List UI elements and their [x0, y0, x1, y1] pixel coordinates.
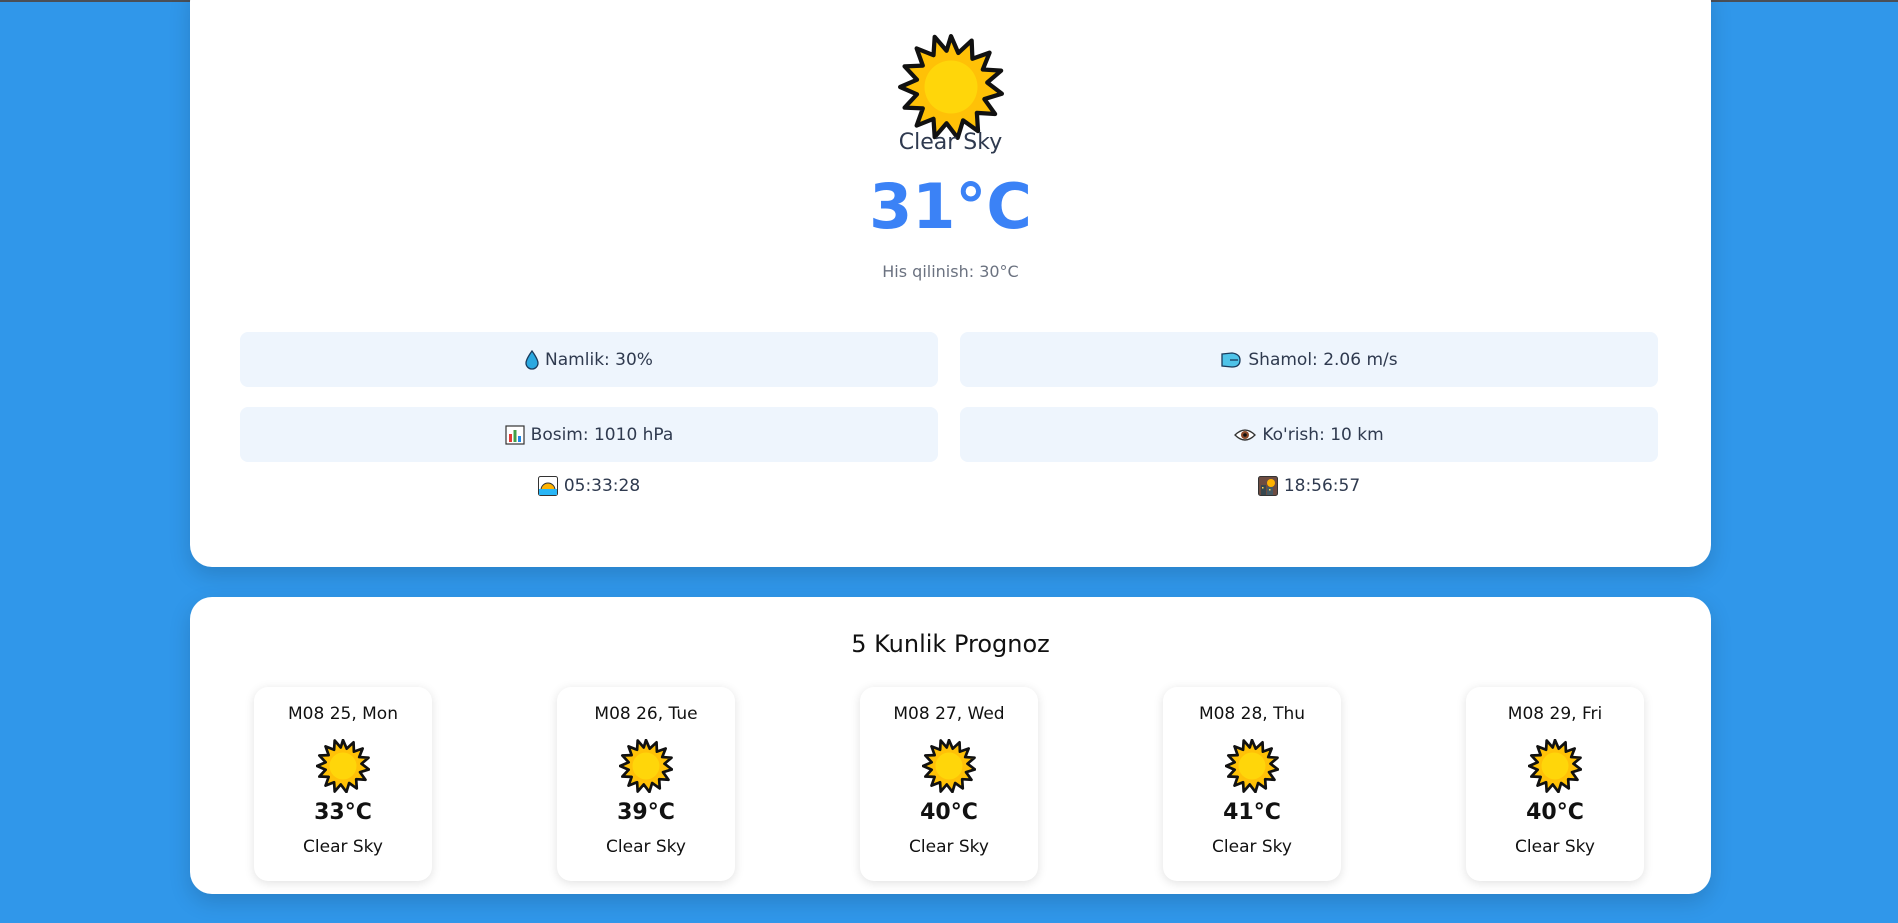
sun-icon — [922, 739, 976, 793]
sun-icon — [1528, 739, 1582, 793]
sunrise: 05:33:28 — [240, 471, 938, 501]
forecast-temp: 40°C — [1526, 800, 1584, 825]
humidity-stat: Namlik: 30% — [240, 332, 938, 387]
forecast-temp: 39°C — [617, 800, 675, 825]
forecast-day: M08 28, Thu 41°C Clear Sky — [1163, 687, 1341, 881]
sun-icon — [1225, 739, 1279, 793]
pressure-label: Bosim: 1010 hPa — [530, 424, 674, 445]
visibility-label: Ko'rish: 10 km — [1262, 424, 1384, 445]
forecast-desc: Clear Sky — [1212, 837, 1292, 857]
droplet-icon — [525, 349, 539, 370]
forecast-title: 5 Kunlik Prognoz — [851, 630, 1050, 658]
forecast-desc: Clear Sky — [909, 837, 989, 857]
forecast-date: M08 26, Tue — [594, 704, 698, 724]
forecast-day: M08 26, Tue 39°C Clear Sky — [557, 687, 735, 881]
current-temperature: 31°C — [869, 170, 1032, 243]
humidity-label: Namlik: 30% — [545, 349, 653, 370]
forecast-temp: 40°C — [920, 800, 978, 825]
forecast-desc: Clear Sky — [606, 837, 686, 857]
current-weather-card: Clear Sky 31°C His qilinish: 30°C Namlik… — [190, 0, 1711, 567]
forecast-card: 5 Kunlik Prognoz M08 25, Mon 33°C Clear … — [190, 597, 1711, 894]
wind-icon — [1220, 351, 1242, 369]
sun-icon — [316, 739, 370, 793]
forecast-date: M08 29, Fri — [1507, 704, 1603, 724]
forecast-desc: Clear Sky — [303, 837, 383, 857]
forecast-date: M08 27, Wed — [893, 704, 1005, 724]
forecast-desc: Clear Sky — [1515, 837, 1595, 857]
sunrise-icon — [537, 476, 558, 496]
eye-icon — [1234, 428, 1257, 442]
forecast-day: M08 29, Fri 40°C Clear Sky — [1466, 687, 1644, 881]
sun-icon — [619, 739, 673, 793]
forecast-temp: 33°C — [314, 800, 372, 825]
sunset-time: 18:56:57 — [1283, 476, 1361, 496]
wind-stat: Shamol: 2.06 m/s — [960, 332, 1658, 387]
feels-like: His qilinish: 30°C — [882, 262, 1019, 281]
forecast-day: M08 25, Mon 33°C Clear Sky — [254, 687, 432, 881]
visibility-stat: Ko'rish: 10 km — [960, 407, 1658, 462]
forecast-day: M08 27, Wed 40°C Clear Sky — [860, 687, 1038, 881]
pressure-stat: Bosim: 1010 hPa — [240, 407, 938, 462]
sun-icon — [898, 34, 1004, 140]
sunset: 18:56:57 — [960, 471, 1658, 501]
sunrise-time: 05:33:28 — [563, 476, 641, 496]
sunset-icon — [1257, 476, 1278, 496]
forecast-temp: 41°C — [1223, 800, 1281, 825]
bar-chart-icon — [505, 424, 525, 445]
current-description: Clear Sky — [898, 130, 1003, 155]
forecast-date: M08 28, Thu — [1198, 704, 1306, 724]
wind-label: Shamol: 2.06 m/s — [1248, 349, 1398, 370]
forecast-date: M08 25, Mon — [288, 704, 398, 724]
